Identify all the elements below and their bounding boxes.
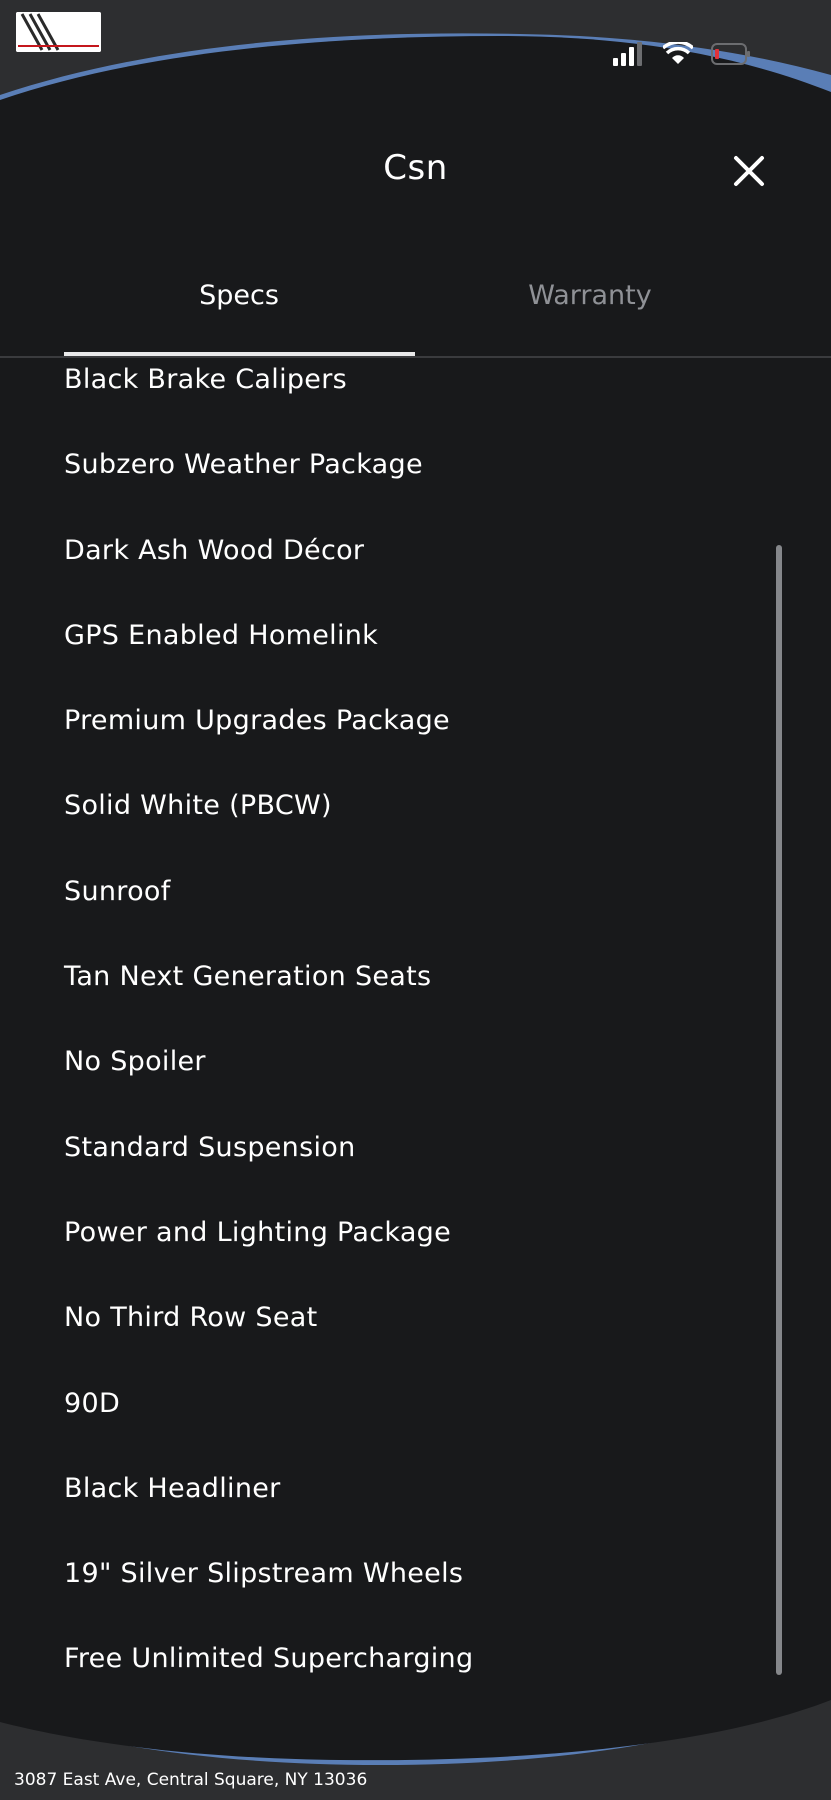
spec-item: Premium Upgrades Package bbox=[64, 705, 450, 737]
spec-item: Black Brake Calipers bbox=[64, 364, 347, 395]
spec-item: Power and Lighting Package bbox=[64, 1216, 452, 1248]
spec-item: Subzero Weather Package bbox=[64, 449, 423, 481]
spec-item: Solid White (PBCW) bbox=[64, 790, 332, 822]
wifi-icon bbox=[663, 42, 693, 64]
spec-item: 90D bbox=[64, 1387, 121, 1419]
spec-item: Sunroof bbox=[64, 875, 171, 907]
spec-item: Dark Ash Wood Décor bbox=[64, 534, 365, 566]
tab-specs[interactable]: Specs bbox=[64, 274, 414, 318]
battery-icon bbox=[711, 43, 750, 65]
tab-bar: Specs Warranty bbox=[0, 274, 831, 358]
spec-item: No Third Row Seat bbox=[64, 1302, 318, 1334]
scrollbar[interactable] bbox=[776, 545, 782, 1675]
close-icon bbox=[734, 156, 764, 186]
spec-item: Standard Suspension bbox=[64, 1131, 356, 1163]
status-bar bbox=[613, 42, 751, 66]
spec-item: Tan Next Generation Seats bbox=[64, 961, 432, 993]
cellular-signal-icon bbox=[613, 42, 642, 66]
spec-item: 19" Silver Slipstream Wheels bbox=[64, 1558, 464, 1590]
watermark-logo bbox=[16, 12, 101, 52]
tab-warranty[interactable]: Warranty bbox=[415, 274, 765, 318]
watermark-address: 3087 East Ave, Central Square, NY 13036 bbox=[14, 1770, 368, 1790]
spec-item: No Spoiler bbox=[64, 1046, 206, 1078]
spec-item: Black Headliner bbox=[64, 1472, 281, 1504]
specs-list: Black Brake Calipers Subzero Weather Pac… bbox=[64, 360, 473, 1725]
spec-item: Free Unlimited Supercharging bbox=[64, 1643, 474, 1675]
close-button[interactable] bbox=[731, 153, 767, 189]
page-title: Csn bbox=[383, 148, 448, 188]
tab-divider bbox=[0, 356, 831, 358]
spec-item: GPS Enabled Homelink bbox=[64, 619, 379, 651]
